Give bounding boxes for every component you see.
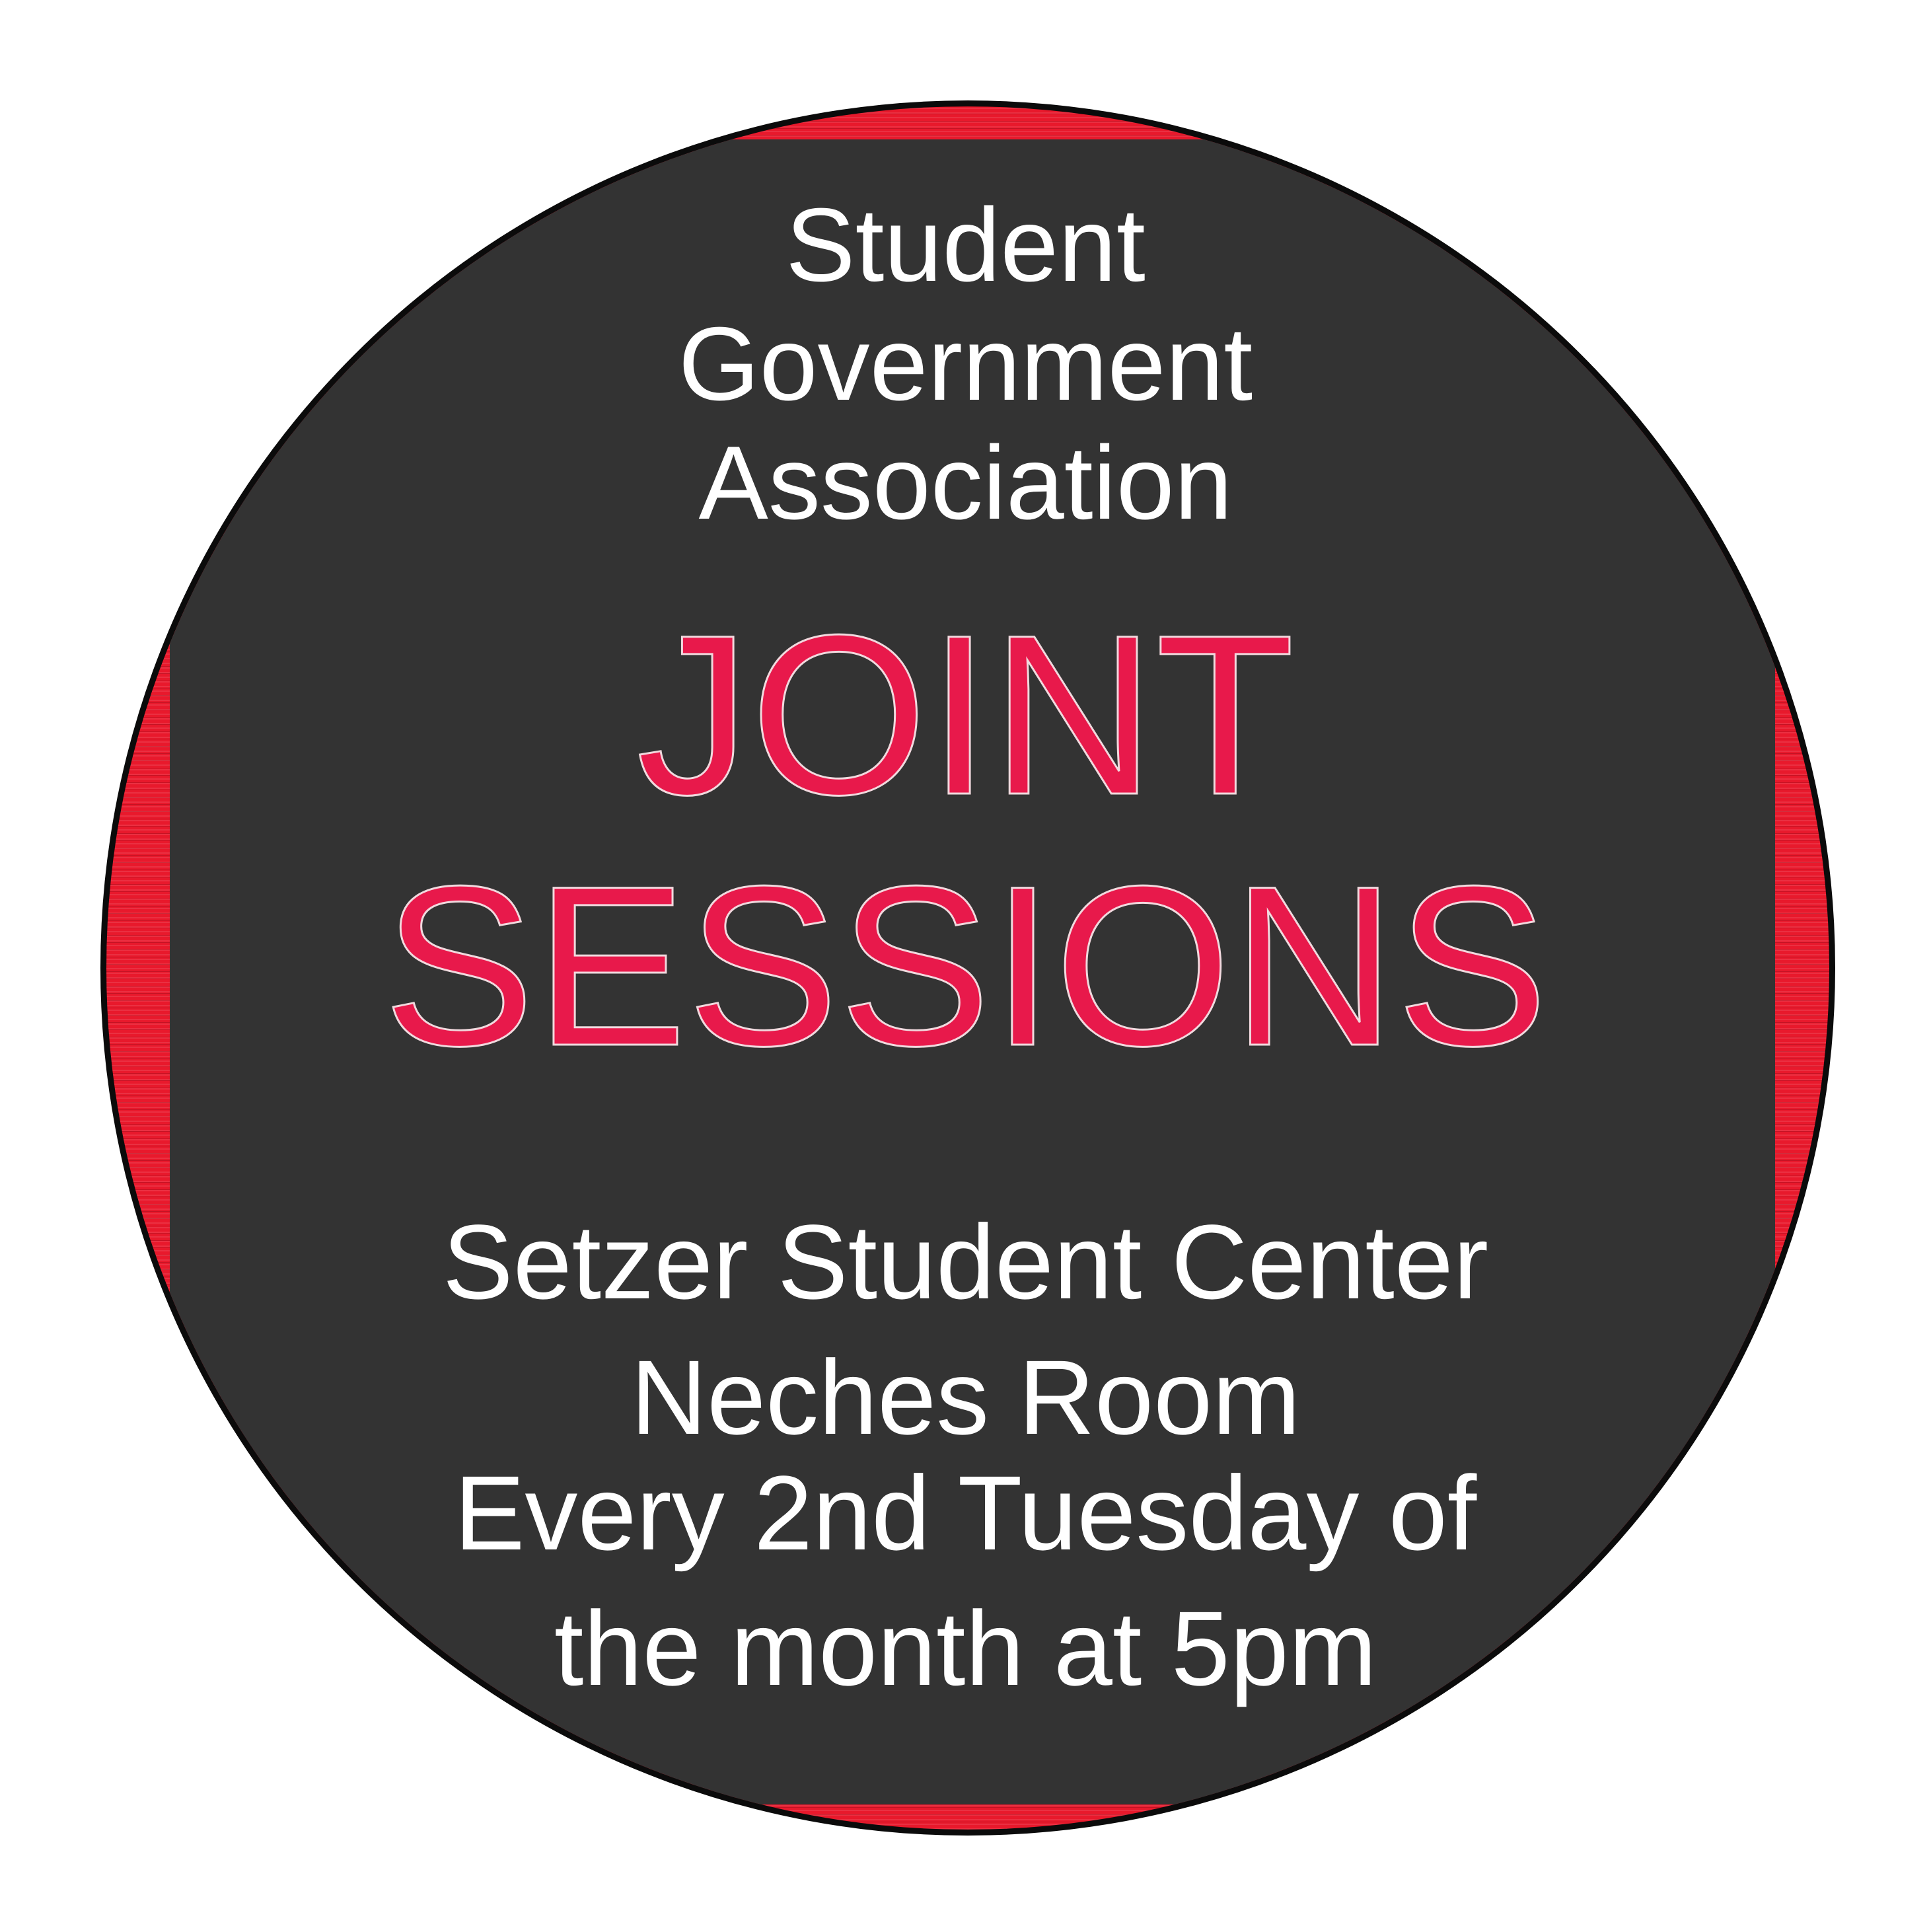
poster: Student Government Association JOINT SES… bbox=[0, 0, 1931, 1932]
header-line-student: Student bbox=[785, 187, 1146, 303]
info-line-time: the month at 5pm bbox=[554, 1589, 1377, 1707]
title-line-joint: JOINT bbox=[636, 588, 1296, 842]
info-line-schedule: Every 2nd Tuesday of bbox=[454, 1454, 1477, 1572]
info-line-location: Setzer Student Center bbox=[442, 1203, 1489, 1321]
title-line-sessions: SESSIONS bbox=[382, 839, 1549, 1094]
header-line-government: Government bbox=[678, 306, 1253, 422]
info-line-room: Neches Room bbox=[630, 1338, 1301, 1456]
header-line-association: Association bbox=[698, 425, 1233, 541]
